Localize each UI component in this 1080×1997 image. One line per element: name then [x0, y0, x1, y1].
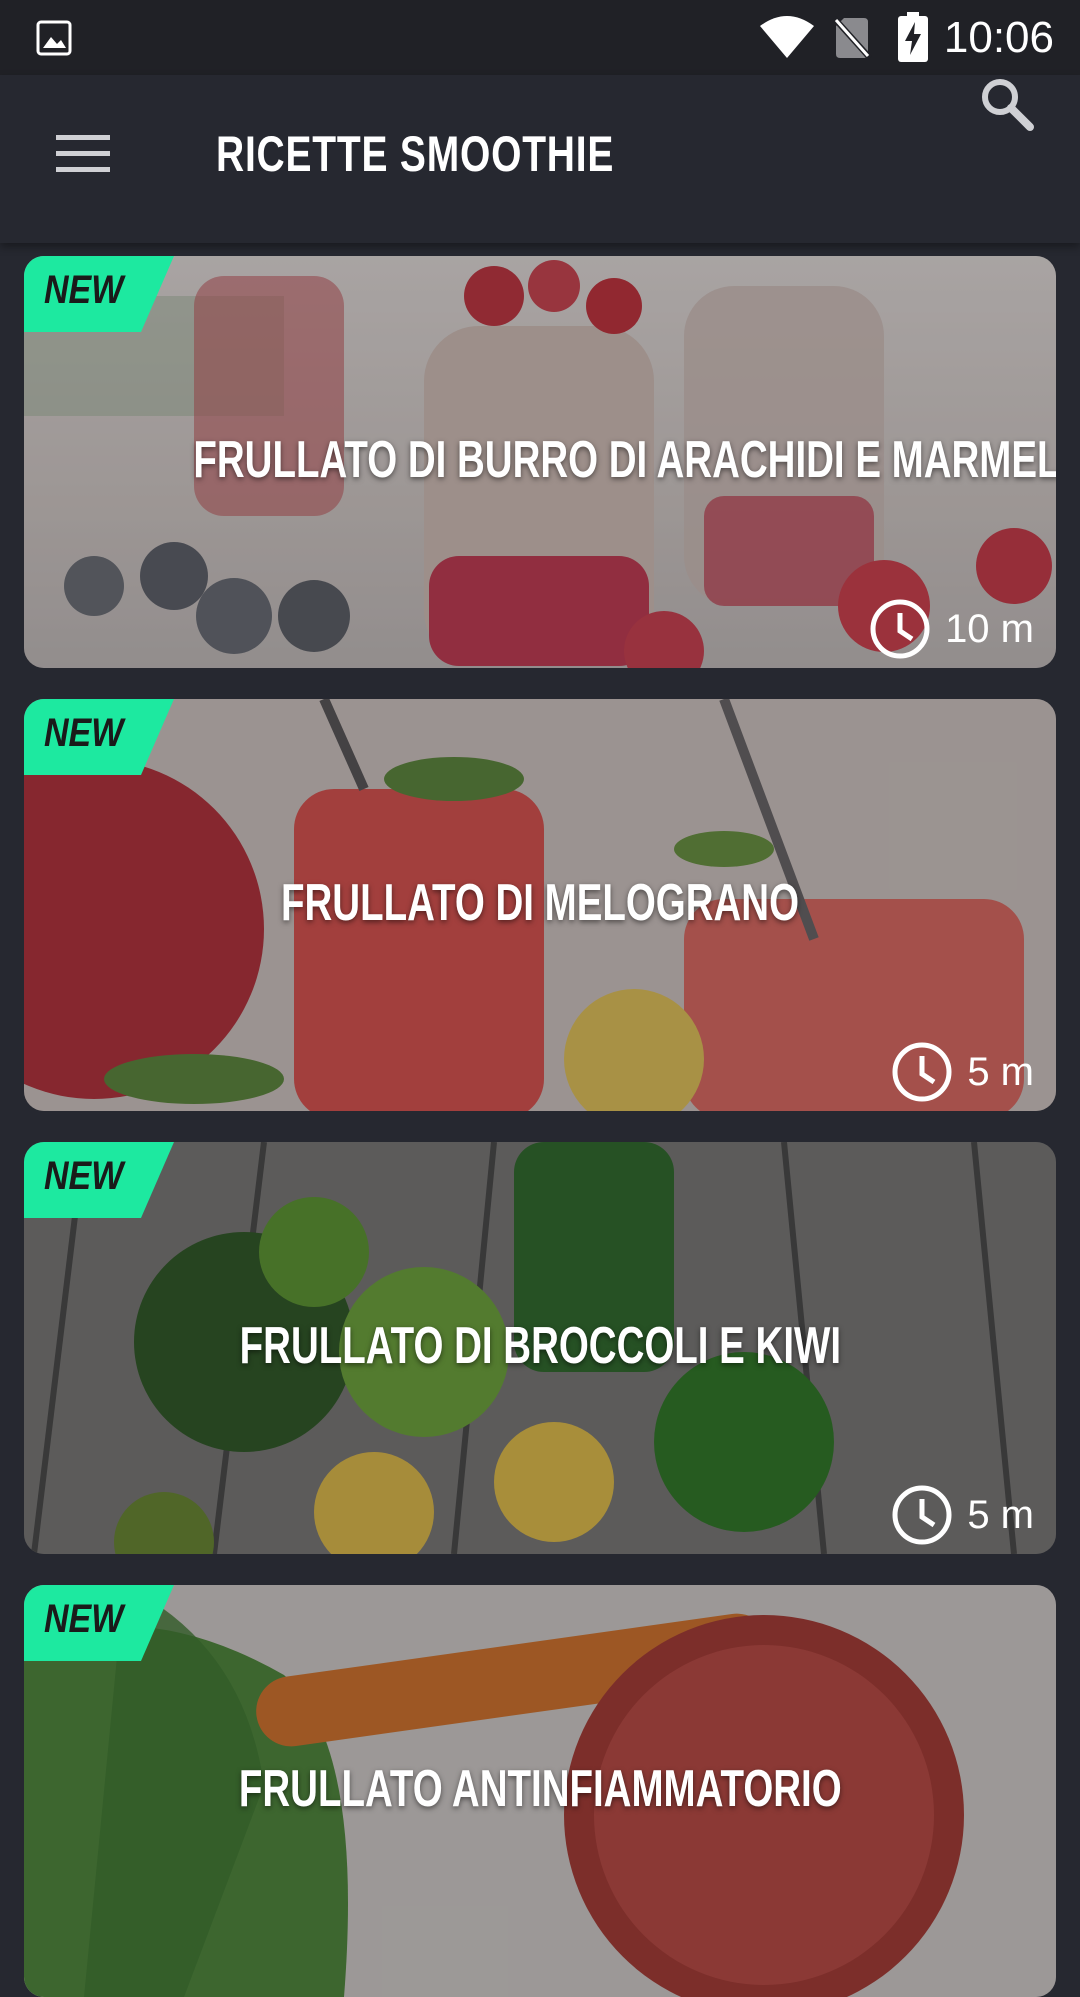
recipe-card[interactable]: NEW FRULLATO ANTINFIAMMATORIO: [24, 1585, 1056, 1997]
status-bar: 10:06: [0, 0, 1080, 75]
prep-time: 5 m: [891, 1480, 1034, 1550]
recipe-card[interactable]: NEW FRULLATO DI MELOGRANO 5 m: [24, 699, 1056, 1111]
clock-icon: [870, 599, 930, 659]
recipe-card[interactable]: NEW FRULLATO DI BURRO DI ARACHIDI E MARM…: [24, 256, 1056, 668]
wifi-icon: [760, 16, 814, 58]
prep-time-label: 10 m: [945, 606, 1034, 651]
prep-time: 5 m: [891, 1037, 1034, 1107]
prep-time-label: 5 m: [967, 1492, 1034, 1537]
page-title: RICETTE SMOOTHIE: [216, 126, 615, 182]
clock-icon: [892, 1485, 952, 1545]
recipe-title: FRULLATO DI BURRO DI ARACHIDI E MARMELLA…: [193, 431, 1056, 489]
status-time: 10:06: [943, 13, 1054, 62]
recipe-title: FRULLATO ANTINFIAMMATORIO: [238, 1760, 842, 1818]
gallery-icon: [36, 20, 72, 56]
recipe-card[interactable]: NEW FRULLATO DI BROCCOLI E KIWI 5 m: [24, 1142, 1056, 1554]
clock-icon: [892, 1042, 952, 1102]
prep-time-label: 5 m: [967, 1049, 1034, 1094]
no-sim-icon: [832, 15, 872, 60]
recipe-title: FRULLATO DI BROCCOLI E KIWI: [239, 1317, 841, 1375]
prep-time: 10 m: [869, 594, 1034, 664]
recipe-title: FRULLATO DI MELOGRANO: [280, 874, 800, 932]
app-bar: RICETTE SMOOTHIE: [0, 75, 1080, 243]
battery-charging-icon: [898, 12, 928, 62]
hamburger-menu-icon[interactable]: [54, 131, 112, 177]
search-icon[interactable]: [978, 75, 1036, 133]
